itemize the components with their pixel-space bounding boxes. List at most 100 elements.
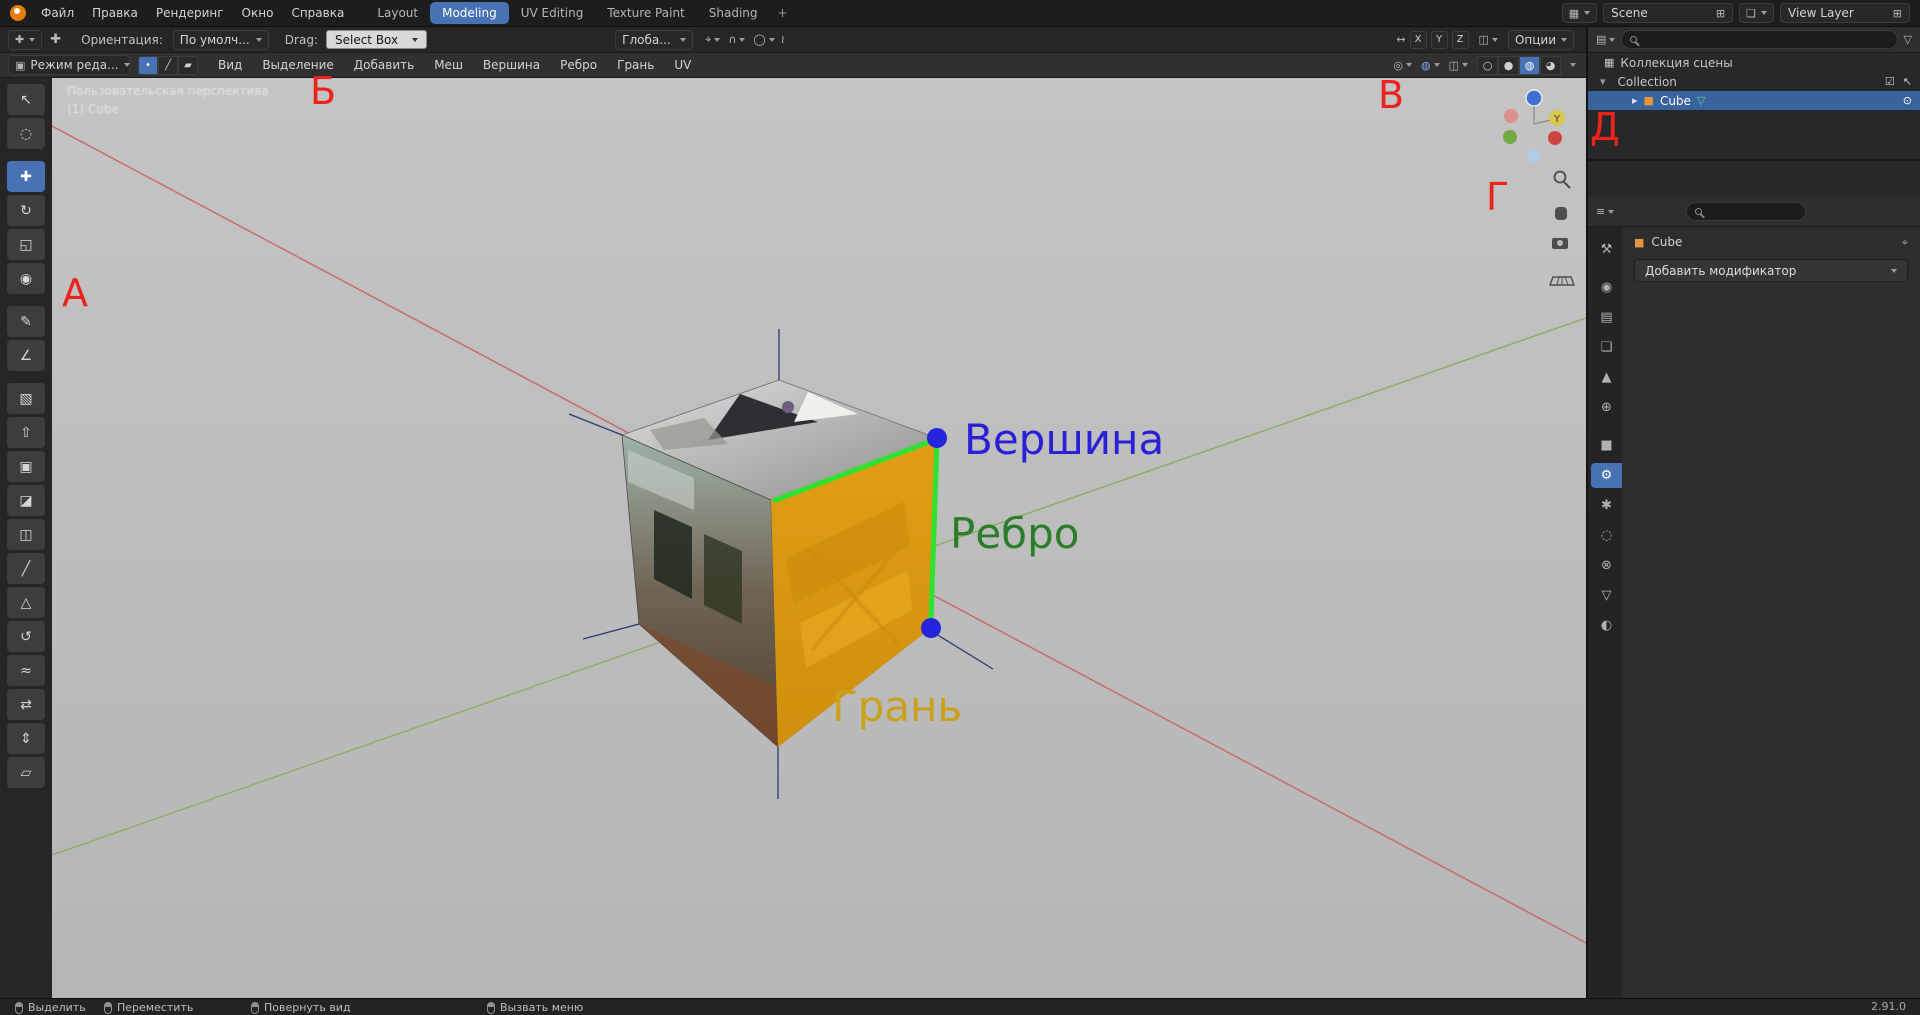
outliner-editor-dropdown[interactable]: ▤ (1596, 34, 1616, 45)
tool-transform[interactable]: ◉ (7, 263, 45, 294)
gizmo-pos-x[interactable] (1548, 131, 1562, 145)
tool-extrude-region[interactable]: ⇧ (7, 417, 45, 448)
tab-constraints[interactable]: ⊗ (1591, 553, 1622, 578)
menu-window[interactable]: Окно (233, 0, 283, 26)
tool-loop-cut[interactable]: ◫ (7, 519, 45, 550)
tool-cursor[interactable]: ◌ (7, 118, 45, 149)
vertex-dot-top[interactable] (927, 428, 947, 448)
tab-render[interactable]: ◉ (1591, 275, 1622, 300)
menu-view[interactable]: Вид (208, 58, 252, 72)
tool-measure[interactable]: ∠ (7, 340, 45, 371)
menu-edit[interactable]: Правка (83, 0, 147, 26)
tool-move[interactable]: ✚ (7, 161, 45, 192)
menu-vertex[interactable]: Вершина (473, 58, 550, 72)
tool-annotate[interactable]: ✎ (7, 306, 45, 337)
eye-icon[interactable]: ⊙ (1903, 95, 1912, 106)
mode-dropdown[interactable]: ▣ Режим реда... (8, 55, 130, 75)
tool-scale[interactable]: ◱ (7, 229, 45, 260)
tab-modeling[interactable]: Modeling (430, 2, 509, 24)
camera-view-icon[interactable] (1552, 238, 1568, 249)
gizmos-dropdown[interactable]: ◎ (1393, 60, 1412, 71)
menu-render[interactable]: Рендеринг (147, 0, 233, 26)
perspective-toggle-icon[interactable] (1548, 276, 1576, 286)
view-layer-browse-dropdown[interactable]: ❏ (1739, 3, 1774, 23)
proportional-editing-dropdown[interactable]: ◯ (753, 34, 775, 45)
properties-search-input[interactable] (1707, 204, 1798, 219)
shading-material-button[interactable]: ◍ (1519, 55, 1540, 75)
tool-edge-slide[interactable]: ⇄ (7, 689, 45, 720)
viewport-canvas[interactable]: Пользовательская перспектива (1) Cube Ве… (52, 78, 1586, 998)
tool-rotate[interactable]: ↻ (7, 195, 45, 226)
tool-smooth[interactable]: ≈ (7, 655, 45, 686)
expand-icon[interactable]: ▾ (1600, 76, 1606, 87)
vertex-select-button[interactable]: • (138, 55, 158, 75)
tool-add-cube[interactable]: ▧ (7, 383, 45, 414)
menu-face[interactable]: Грань (607, 58, 664, 72)
tab-world[interactable]: ⊕ (1591, 395, 1622, 420)
add-workspace-button[interactable]: + (770, 2, 796, 24)
mirror-z-toggle[interactable]: Z (1451, 30, 1469, 49)
drag-select[interactable]: Select Box (325, 30, 428, 49)
face-select-button[interactable]: ▰ (178, 55, 198, 75)
properties-search[interactable] (1686, 202, 1807, 221)
gizmo-neg-x[interactable] (1504, 109, 1518, 123)
swap-icon[interactable]: ↔ (1396, 34, 1405, 45)
edge-select-button[interactable]: ╱ (158, 55, 178, 75)
shading-wireframe-button[interactable]: ○ (1477, 55, 1498, 75)
mirror-dropdown[interactable]: ◫ (1479, 34, 1498, 45)
active-tool-dropdown[interactable]: ✚ (8, 29, 43, 50)
move-gizmo-icon[interactable]: ✚ (50, 33, 61, 46)
tool-bevel[interactable]: ◪ (7, 485, 45, 516)
orientation-dropdown[interactable]: По умолч... (172, 29, 269, 50)
pin-icon[interactable]: ⌖ (1902, 237, 1908, 248)
tab-layout[interactable]: Layout (365, 2, 430, 24)
add-modifier-dropdown[interactable]: Добавить модификатор (1634, 259, 1908, 282)
options-dropdown[interactable]: Опции (1507, 29, 1574, 50)
gizmo-pos-z[interactable] (1525, 89, 1543, 107)
tab-texture-paint[interactable]: Texture Paint (595, 2, 696, 24)
view-layer-name-field[interactable]: View Layer ⊞ (1780, 3, 1910, 23)
scene-name-field[interactable]: Scene ⊞ (1603, 3, 1734, 23)
checkbox-icon[interactable]: ☑ (1885, 76, 1895, 87)
blender-logo-icon[interactable] (10, 5, 26, 21)
navigation-gizmo[interactable]: Y (1503, 89, 1565, 163)
snap-dropdown[interactable]: ∩ (728, 34, 746, 45)
selectability-icon[interactable]: ↖ (1903, 76, 1912, 87)
tool-poly-build[interactable]: △ (7, 587, 45, 618)
new-scene-icon[interactable]: ⊞ (1716, 8, 1725, 19)
panel-splitter[interactable] (1586, 27, 1588, 998)
tool-shrink-fatten[interactable]: ⇕ (7, 723, 45, 754)
properties-editor-dropdown[interactable]: ≡ (1596, 206, 1615, 217)
tab-tool[interactable]: ⚒ (1591, 237, 1622, 262)
mirror-x-toggle[interactable]: X (1409, 30, 1427, 49)
tab-modifiers[interactable]: ⚙ (1591, 463, 1622, 488)
collection-row[interactable]: ▾ Collection ☑ ↖ (1588, 72, 1920, 91)
menu-uv[interactable]: UV (664, 58, 701, 72)
pan-hand-icon[interactable] (1555, 207, 1567, 220)
new-view-layer-icon[interactable]: ⊞ (1893, 8, 1902, 19)
tool-select-box[interactable]: ↖ (7, 84, 45, 115)
outliner-search-input[interactable] (1642, 32, 1889, 47)
tab-object-data[interactable]: ▽ (1591, 583, 1622, 608)
tool-shear[interactable]: ▱ (7, 757, 45, 788)
tab-physics[interactable]: ◌ (1591, 523, 1622, 548)
menu-select[interactable]: Выделение (252, 58, 343, 72)
tab-object[interactable]: ■ (1591, 433, 1622, 458)
menu-add[interactable]: Добавить (344, 58, 424, 72)
menu-help[interactable]: Справка (282, 0, 353, 26)
gizmo-neg-y[interactable] (1503, 130, 1517, 144)
overlays-dropdown[interactable]: ◍ (1421, 60, 1440, 71)
tab-scene[interactable]: ▲ (1591, 365, 1622, 390)
tab-particles[interactable]: ✱ (1591, 493, 1622, 518)
tab-material[interactable]: ◐ (1591, 613, 1622, 638)
tab-shading[interactable]: Shading (697, 2, 770, 24)
tab-uv-editing[interactable]: UV Editing (509, 2, 596, 24)
mirror-y-toggle[interactable]: Y (1430, 30, 1448, 49)
gizmo-neg-z[interactable] (1527, 149, 1541, 163)
menu-mesh[interactable]: Меш (424, 58, 473, 72)
menu-edge[interactable]: Ребро (550, 58, 607, 72)
scene-collection-row[interactable]: ▦ Коллекция сцены (1588, 53, 1920, 72)
cube-object-row[interactable]: ▸ ■ Cube ▽ ⊙ (1588, 91, 1920, 110)
vertex-dot-bottom[interactable] (921, 618, 941, 638)
scene-browse-dropdown[interactable]: ▦ (1561, 3, 1598, 23)
